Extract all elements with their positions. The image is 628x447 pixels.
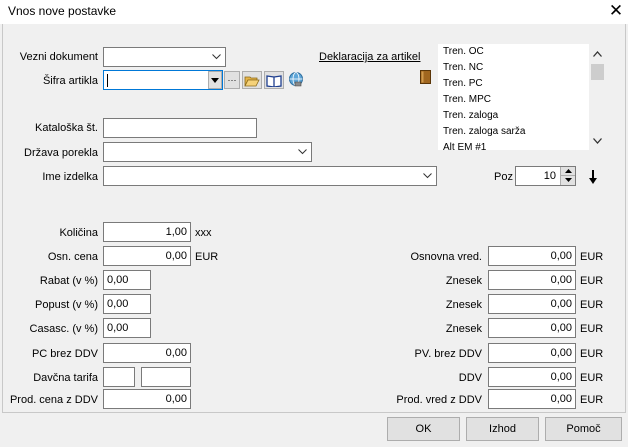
casasc-label: Casasc. (v %)	[29, 323, 98, 335]
osn-cena-label: Osn. cena	[47, 251, 98, 263]
tren-list[interactable]: Tren. OC Tren. NC Tren. PC Tren. MPC Tre…	[438, 44, 606, 150]
kolicina-unit: xxx	[195, 227, 212, 239]
tren-item: Tren. zaloga	[443, 110, 499, 121]
currency-label: EUR	[580, 394, 604, 406]
znesek-label: Znesek	[445, 299, 482, 311]
web-link-icon[interactable]	[288, 71, 304, 87]
book-brown-icon	[420, 70, 431, 84]
currency-label: EUR	[580, 372, 604, 384]
kataloska-input[interactable]	[103, 118, 257, 138]
kolicina-input[interactable]: 1,00	[103, 222, 191, 242]
currency-label: EUR	[580, 323, 604, 335]
spin-down-icon[interactable]	[561, 176, 575, 184]
sifra-artikla-label: Šifra artikla	[42, 75, 98, 87]
tren-item: Tren. zaloga sarža	[443, 126, 526, 137]
osnovna-vred-input[interactable]: 0,00	[488, 246, 576, 266]
osn-cena-input[interactable]: 0,00	[103, 246, 191, 266]
book-icon	[266, 74, 282, 87]
popust-label: Popust (v %)	[35, 299, 98, 311]
prod-cena-z-ddv-label: Prod. cena z DDV	[9, 394, 98, 406]
casasc-input[interactable]: 0,00	[103, 318, 151, 338]
kolicina-label: Količina	[59, 227, 98, 239]
pv-brez-ddv-input[interactable]: 0,00	[488, 343, 576, 363]
folder-open-icon	[244, 76, 260, 86]
ddv-input[interactable]: 0,00	[488, 367, 576, 387]
scroll-up-icon[interactable]	[589, 47, 606, 61]
ime-izdelka-label: Ime izdelka	[42, 171, 98, 183]
prod-vred-z-ddv-input[interactable]: 0,00	[488, 389, 576, 409]
tren-item: Tren. OC	[443, 46, 484, 57]
kataloska-label: Kataloška št.	[35, 122, 98, 134]
poz-spinner[interactable]	[560, 167, 575, 185]
ddv-label: DDV	[458, 372, 482, 384]
znesek-rabat-input[interactable]: 0,00	[488, 270, 576, 290]
osnovna-vred-label: Osnovna vred.	[410, 251, 482, 263]
spin-up-icon[interactable]	[561, 167, 575, 176]
chevron-down-icon	[298, 149, 307, 155]
vezni-dokument-select[interactable]	[103, 47, 226, 67]
pc-brez-ddv-label: PC brez DDV	[31, 348, 98, 360]
ellipsis-button[interactable]: ···	[224, 71, 240, 89]
currency-label: EUR	[580, 251, 604, 263]
tren-item: Tren. MPC	[443, 94, 491, 105]
pv-brez-ddv-label: PV. brez DDV	[414, 348, 482, 360]
prod-vred-z-ddv-label: Prod. vred z DDV	[396, 394, 482, 406]
znesek-casasc-input[interactable]: 0,00	[488, 318, 576, 338]
davcna-tarifa-desc[interactable]	[141, 367, 191, 387]
pomoc-button[interactable]: Pomoč	[545, 417, 622, 441]
sifra-dropdown-button[interactable]	[208, 71, 222, 89]
arrow-down-icon[interactable]	[588, 169, 598, 185]
tren-item: Tren. NC	[443, 62, 484, 73]
drzava-select[interactable]	[103, 142, 312, 162]
prod-cena-z-ddv-input[interactable]: 0,00	[103, 389, 191, 409]
popust-input[interactable]: 0,00	[103, 294, 151, 314]
currency-label: EUR	[580, 275, 604, 287]
catalog-book-button[interactable]	[264, 71, 284, 89]
vezni-dokument-label: Vezni dokument	[19, 51, 98, 63]
scroll-down-icon[interactable]	[589, 134, 606, 148]
znesek-label: Znesek	[445, 323, 482, 335]
scroll-thumb[interactable]	[591, 64, 604, 80]
davcna-tarifa-label: Davčna tarifa	[33, 372, 98, 384]
open-folder-button[interactable]	[242, 71, 262, 89]
tren-list-scrollbar[interactable]	[589, 44, 606, 150]
window-title: Vnos nove postavke	[8, 4, 117, 18]
chevron-down-icon	[423, 173, 432, 179]
poz-label: Poz	[494, 171, 513, 183]
currency-label: EUR	[580, 348, 604, 360]
tren-item: Tren. PC	[443, 78, 483, 89]
izhod-button[interactable]: Izhod	[466, 417, 539, 441]
triangle-down-icon	[211, 77, 219, 83]
ime-izdelka-select[interactable]	[103, 166, 437, 186]
sifra-artikla-input[interactable]	[103, 70, 223, 90]
davcna-tarifa-code[interactable]	[103, 367, 135, 387]
deklaracija-link[interactable]: Deklaracija za artikel	[319, 51, 420, 63]
znesek-popust-input[interactable]: 0,00	[488, 294, 576, 314]
rabat-input[interactable]: 0,00	[103, 270, 151, 290]
osn-cena-unit: EUR	[195, 251, 219, 263]
text-cursor	[107, 73, 108, 87]
rabat-label: Rabat (v %)	[39, 275, 98, 287]
currency-label: EUR	[580, 299, 604, 311]
pc-brez-ddv-input[interactable]: 0,00	[103, 343, 191, 363]
close-icon[interactable]: ✕	[606, 1, 626, 21]
ok-button[interactable]: OK	[387, 417, 460, 441]
drzava-label: Država porekla	[24, 147, 98, 159]
tren-item: Alt EM #1	[443, 142, 487, 150]
chevron-down-icon	[212, 54, 221, 60]
znesek-label: Znesek	[445, 275, 482, 287]
